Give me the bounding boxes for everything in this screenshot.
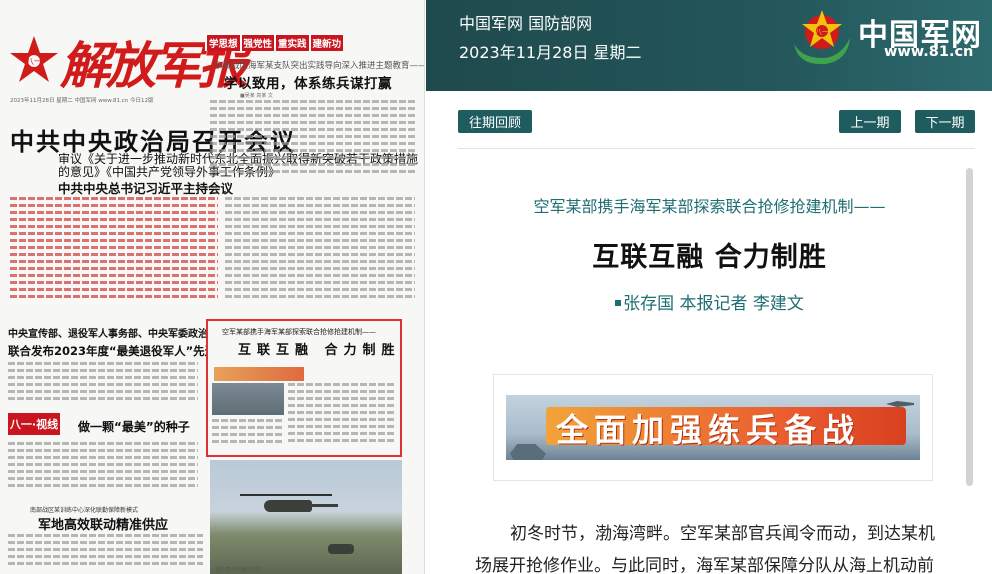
lead-subhead: 中共中央总书记习近平主持会议 — [58, 181, 234, 196]
column-body — [8, 442, 198, 500]
banner-graphic: 全面加强练兵备战 — [506, 395, 920, 460]
slogan-part: 强党性 — [241, 34, 275, 51]
slogan-part: 重实践 — [276, 34, 309, 51]
red-star-icon: 八一 — [10, 36, 58, 82]
highlight-title: 互联互融 合力制胜 — [238, 343, 401, 358]
site-logo[interactable]: 八一 中国军网 www.81.cn — [788, 4, 988, 72]
svg-text:八一: 八一 — [815, 28, 829, 36]
highlight-photo — [212, 383, 284, 415]
article-paragraph: 场展开抢修作业。与此同时，海军某部保障分队从海上机动前 — [475, 556, 934, 574]
highlight-body — [212, 419, 284, 453]
article-paragraph: 初冬时节，渤海湾畔。空军某部官兵闻令而动，到达某机 — [510, 524, 935, 544]
top-story-headline: 学以致用，体系练兵谋打赢 — [224, 76, 392, 92]
site-names: 中国军网 国防部网 — [459, 14, 593, 33]
slogan-part: 学思想 — [207, 34, 240, 51]
next-issue-button[interactable]: 下一期 — [915, 110, 975, 133]
third-story-kicker: 南部战区某训练中心深化联勤保障新模式 — [30, 507, 139, 514]
dateline: 2023年11月28日 星期二 中国军网 www.81.cn 今日12版 — [10, 98, 154, 104]
second-story-headline: 联合发布2023年度“最美退役军人”先进事迹 — [8, 344, 240, 358]
selected-article-highlight[interactable]: 空军某部携手海军某部探索联合抢修抢建机制—— 互联互融 合力制胜 — [206, 319, 402, 457]
slogan-part: 建新功 — [310, 34, 344, 51]
byline-square-icon — [615, 300, 622, 306]
article-title: 互联互融 合力制胜 — [592, 242, 827, 273]
top-story-kicker: 东部战区海军某支队突出实践导向深入推进主题教育—— — [214, 61, 425, 71]
previous-issue-button[interactable]: 上一期 — [839, 110, 901, 133]
photo-caption: 图为直升机编队训练 — [216, 567, 262, 573]
third-story-headline: 军地高效联动精准供应 — [38, 518, 169, 533]
ship-icon — [510, 444, 546, 460]
highlight-kicker: 空军某部携手海军某部探索联合抢修抢建机制—— — [222, 328, 376, 336]
slogan-banner: 学思想 强党性 重实践 建新功 — [205, 34, 344, 51]
issue-date: 2023年11月28日 星期二 — [459, 43, 642, 62]
column-body-text — [225, 197, 415, 313]
highlight-body — [288, 383, 396, 453]
article-byline: 张存国 本报记者 李建文 — [458, 289, 961, 314]
column-label: 八一·视线 — [8, 413, 60, 435]
second-story-body — [8, 362, 198, 410]
helicopter-rotor — [240, 494, 332, 496]
logo-url: www.81.cn — [884, 44, 974, 60]
helicopter-icon — [264, 500, 312, 512]
highlight-banner-image — [214, 367, 304, 381]
article-scrollbar[interactable] — [966, 168, 973, 486]
svg-text:八一: 八一 — [26, 57, 42, 66]
article-banner-image: 全面加强练兵备战 — [493, 374, 933, 481]
lead-body-text — [10, 197, 218, 313]
archive-button[interactable]: 往期回顾 — [458, 110, 532, 133]
article-kicker: 空军某部携手海军某部探索联合抢修抢建机制—— — [533, 197, 886, 216]
top-story-byline: ■吴某 高某 文 — [240, 93, 273, 99]
article-panel: 空军某部携手海军某部探索联合抢修抢建机制—— 互联互融 合力制胜 张存国 本报记… — [458, 148, 975, 574]
byline-text: 张存国 本报记者 李建文 — [623, 294, 804, 314]
newspaper-page-image[interactable]: 八一 解放军报 学思想 强党性 重实践 建新功 东部战区海军某支队突出实践导向深… — [0, 0, 425, 574]
helicopter-photo — [210, 460, 402, 574]
third-story-body — [8, 534, 203, 574]
column-headline: 做一颗“最美”的种子 — [78, 420, 190, 434]
top-story-body-text — [210, 100, 415, 190]
page: 八一 解放军报 学思想 强党性 重实践 建新功 东部战区海军某支队突出实践导向深… — [0, 0, 992, 574]
masthead: 八一 解放军报 — [8, 8, 248, 98]
helicopter-tail — [310, 504, 338, 507]
helicopter-icon — [328, 544, 354, 554]
site-header: 中国军网 国防部网 2023年11月28日 星期二 八一 中国军网 www.81… — [426, 0, 992, 91]
banner-text: 全面加强练兵备战 — [556, 411, 861, 449]
army-emblem-icon: 八一 — [794, 10, 850, 65]
second-story-kicker: 中央宣传部、退役军人事务部、中央军委政治工作部 — [8, 329, 238, 340]
